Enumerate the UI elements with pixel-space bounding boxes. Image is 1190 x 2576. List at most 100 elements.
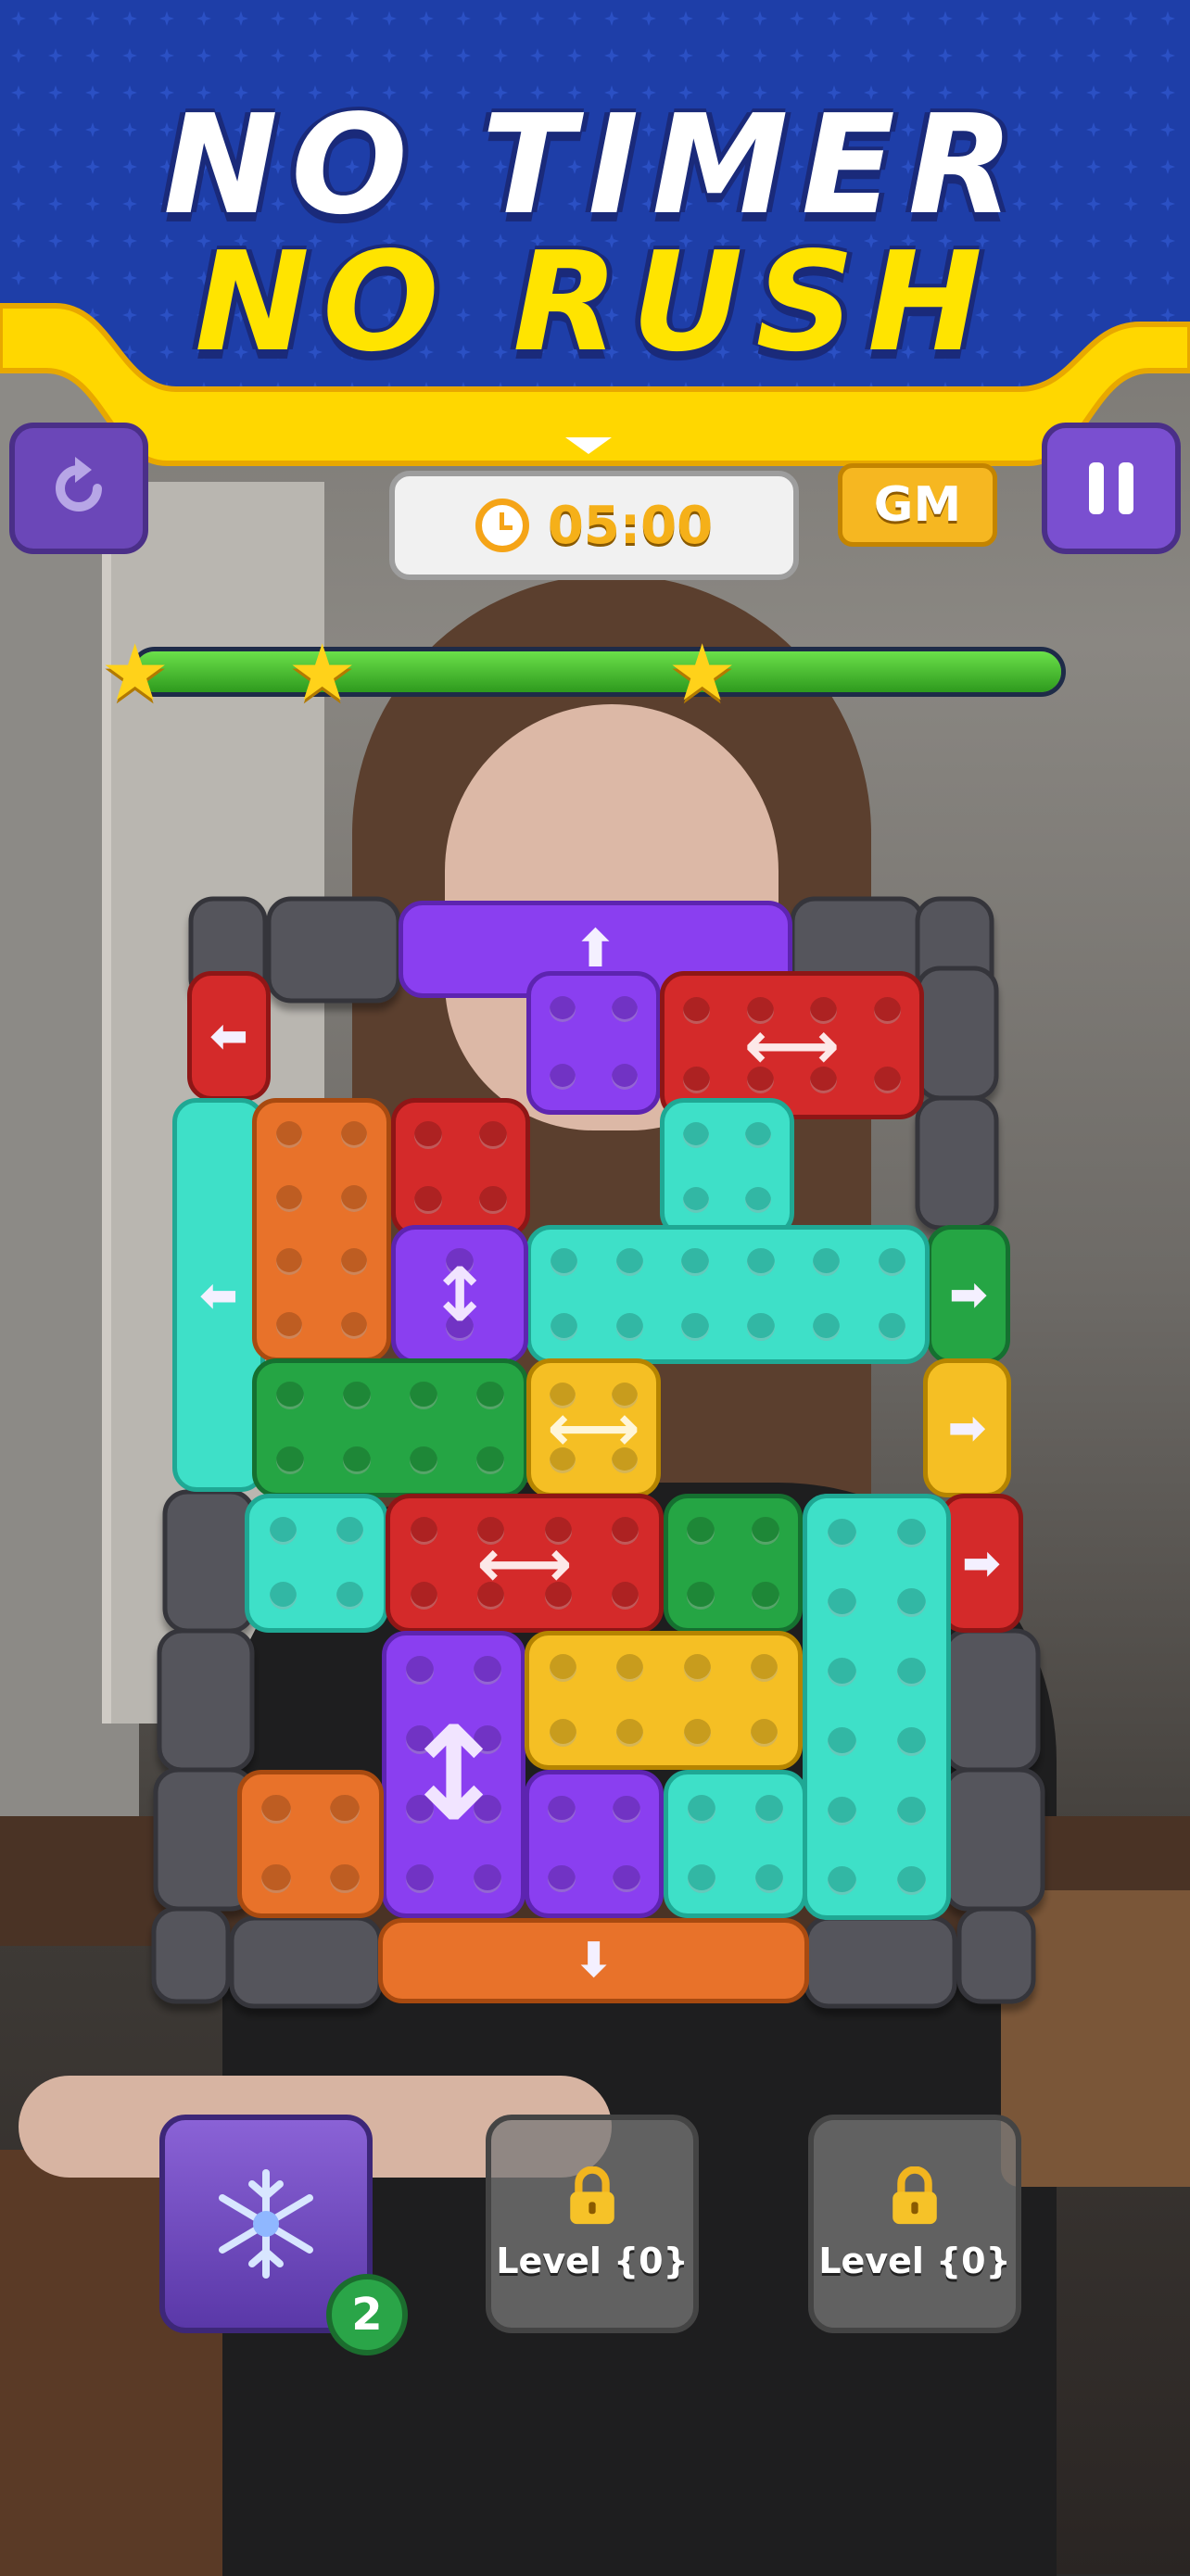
stud xyxy=(548,1795,576,1824)
arrow-down-icon: ⬇ xyxy=(573,1933,614,1989)
exit-gate-left-teal[interactable]: ⬅ xyxy=(172,1098,265,1492)
stud xyxy=(549,996,576,1023)
arrow-right-icon: ➡ xyxy=(962,1536,1001,1590)
block-purple-vertical[interactable]: ↕ xyxy=(391,1225,528,1364)
stud xyxy=(615,1313,643,1341)
stud xyxy=(813,1313,841,1341)
stud xyxy=(681,1313,709,1341)
stud xyxy=(275,1312,303,1340)
stud xyxy=(612,1063,639,1090)
stud xyxy=(827,1865,857,1896)
locked-booster-label: Level {0} xyxy=(818,2241,1011,2281)
block-red-long[interactable]: ⟷ xyxy=(386,1494,664,1633)
block-studs xyxy=(665,1103,790,1232)
stud xyxy=(414,1121,442,1149)
stud xyxy=(476,1446,504,1474)
block-teal-small[interactable] xyxy=(245,1494,388,1633)
arrow-horizontal-icon: ⟷ xyxy=(547,1390,640,1466)
stud xyxy=(896,1865,927,1896)
stud xyxy=(751,1654,779,1682)
block-orange-tall[interactable] xyxy=(252,1098,391,1362)
stud xyxy=(682,1121,709,1149)
stud xyxy=(275,1248,303,1276)
arrow-left-icon: ⬅ xyxy=(209,1009,248,1063)
stud xyxy=(896,1518,927,1548)
stud xyxy=(276,1382,304,1409)
block-purple-square[interactable] xyxy=(525,1770,664,1918)
stud xyxy=(896,1796,927,1826)
exit-gate-bottom[interactable]: ⬇ xyxy=(378,1918,809,2003)
stud xyxy=(615,1248,643,1276)
stud xyxy=(548,1864,576,1893)
stud xyxy=(414,1186,442,1214)
block-green-long[interactable] xyxy=(252,1358,528,1497)
exit-gate-right-green[interactable]: ➡ xyxy=(927,1225,1010,1364)
stud xyxy=(827,1518,857,1548)
stud xyxy=(896,1657,927,1687)
block-purple-tall[interactable]: ↕ xyxy=(382,1631,525,1918)
block-studs xyxy=(257,1103,386,1357)
stud xyxy=(343,1446,371,1474)
freeze-icon xyxy=(219,2169,313,2279)
stud xyxy=(340,1120,368,1148)
stud xyxy=(261,1794,291,1825)
exit-gate-right-red[interactable]: ➡ xyxy=(940,1494,1023,1633)
block-teal-tshape[interactable] xyxy=(526,1225,930,1364)
stud xyxy=(616,1654,644,1682)
stud xyxy=(681,1248,709,1276)
stud xyxy=(613,1864,640,1893)
arrow-right-icon: ➡ xyxy=(949,1268,988,1321)
stud xyxy=(827,1796,857,1826)
stud xyxy=(752,1582,779,1610)
block-studs xyxy=(396,1103,525,1232)
exit-gate-left-red[interactable]: ⬅ xyxy=(187,971,271,1101)
stud xyxy=(269,1517,297,1545)
block-orange-square[interactable] xyxy=(237,1770,384,1918)
stud xyxy=(827,1726,857,1757)
locked-booster-button[interactable]: Level {0} xyxy=(486,2115,699,2333)
stud xyxy=(612,996,639,1023)
stud xyxy=(751,1719,779,1747)
stud xyxy=(261,1863,291,1894)
block-yellow-long[interactable] xyxy=(525,1631,803,1770)
block-green-square[interactable] xyxy=(664,1494,803,1633)
freeze-count-badge: 2 xyxy=(326,2274,408,2355)
arrow-right-icon: ➡ xyxy=(947,1401,987,1455)
stud xyxy=(747,1313,775,1341)
stud xyxy=(479,1186,507,1214)
block-red-square[interactable] xyxy=(391,1098,530,1237)
stud xyxy=(827,1587,857,1618)
locked-booster-button[interactable]: Level {0} xyxy=(808,2115,1021,2333)
stud xyxy=(827,1657,857,1687)
stud xyxy=(683,1719,711,1747)
stud xyxy=(340,1248,368,1276)
stud xyxy=(896,1726,927,1757)
stud xyxy=(752,1517,779,1545)
block-purple-small[interactable] xyxy=(526,971,661,1115)
block-yellow-small[interactable]: ⟷ xyxy=(526,1358,661,1497)
stud xyxy=(745,1186,772,1214)
stud xyxy=(330,1863,360,1894)
block-studs xyxy=(242,1774,379,1913)
stud xyxy=(613,1795,640,1824)
stud xyxy=(688,1795,716,1824)
block-studs xyxy=(668,1774,803,1913)
block-teal-lshape[interactable] xyxy=(803,1494,951,1920)
stud xyxy=(687,1582,715,1610)
block-studs xyxy=(249,1498,384,1628)
block-red-horizontal[interactable]: ⟷ xyxy=(660,971,924,1119)
stud xyxy=(343,1382,371,1409)
stud xyxy=(682,1186,709,1214)
stud xyxy=(330,1794,360,1825)
block-studs xyxy=(531,976,656,1110)
exit-gate-right-yellow[interactable]: ➡ xyxy=(923,1358,1011,1497)
arrow-vertical-icon: ↕ xyxy=(428,1251,491,1338)
block-teal-lower[interactable] xyxy=(664,1770,807,1918)
arrow-left-icon: ⬅ xyxy=(199,1268,238,1322)
stud xyxy=(336,1517,364,1545)
stud xyxy=(878,1313,906,1341)
block-studs xyxy=(807,1498,946,1915)
stud xyxy=(747,1248,775,1276)
block-teal-tshape-top[interactable] xyxy=(660,1098,794,1237)
lock-icon xyxy=(570,2166,614,2225)
